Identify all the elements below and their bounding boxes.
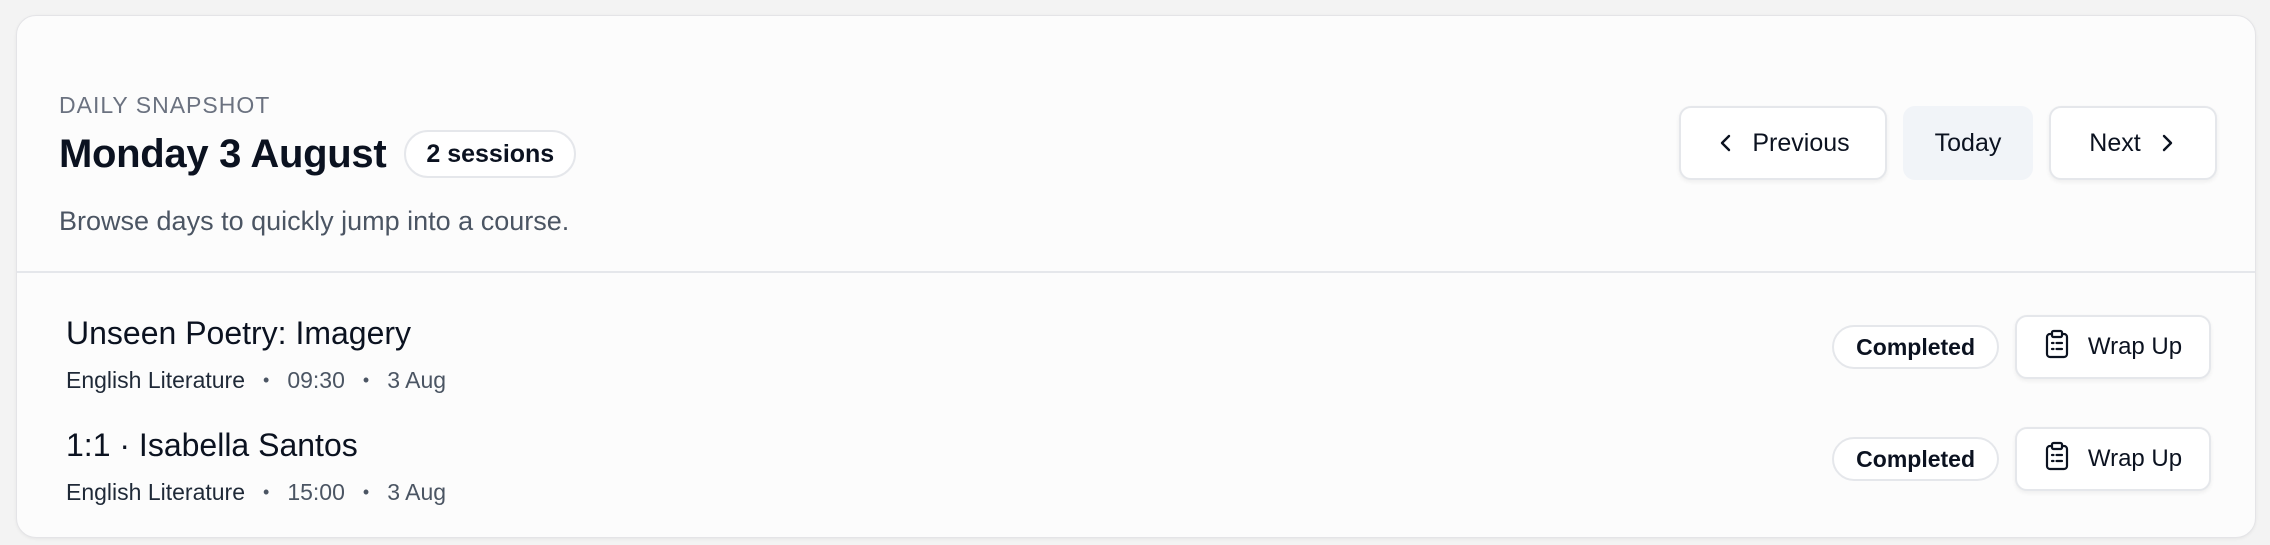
wrap-up-button[interactable]: Wrap Up — [2015, 315, 2211, 379]
session-meta: English Literature • 15:00 • 3 Aug — [66, 479, 446, 506]
meta-separator: • — [362, 482, 370, 502]
meta-separator: • — [362, 370, 370, 390]
next-button[interactable]: Next — [2049, 106, 2217, 180]
day-navigation: Previous Today Next — [1679, 106, 2217, 180]
status-badge: Completed — [1832, 437, 1999, 481]
daily-snapshot-card: DAILY SNAPSHOT Monday 3 August 2 session… — [16, 15, 2256, 538]
previous-button[interactable]: Previous — [1679, 106, 1887, 180]
session-date: 3 Aug — [387, 479, 447, 505]
status-badge: Completed — [1832, 325, 1999, 369]
eyebrow-label: DAILY SNAPSHOT — [59, 92, 271, 118]
next-label: Next — [2089, 128, 2141, 157]
snapshot-header: DAILY SNAPSHOT Monday 3 August 2 session… — [17, 16, 2255, 273]
session-title: 1:1 · Isabella Santos — [66, 427, 358, 463]
today-label: Today — [1934, 128, 2002, 157]
wrap-up-label: Wrap Up — [2087, 333, 2183, 360]
clipboard-icon — [2044, 441, 2070, 478]
session-row[interactable]: 1:1 · Isabella Santos English Literature… — [17, 427, 2255, 537]
page-title: Monday 3 August — [59, 131, 387, 176]
meta-separator: • — [263, 370, 270, 390]
session-time: 09:30 — [287, 367, 345, 393]
session-subject: English Literature — [66, 479, 245, 505]
session-meta: English Literature • 09:30 • 3 Aug — [66, 367, 446, 394]
session-title: Unseen Poetry: Imagery — [66, 315, 412, 351]
wrap-up-label: Wrap Up — [2087, 445, 2183, 472]
meta-separator: • — [263, 482, 270, 502]
session-date: 3 Aug — [387, 367, 447, 393]
session-subject: English Literature — [66, 367, 245, 393]
page-subtitle: Browse days to quickly jump into a cours… — [59, 206, 570, 236]
title-row: Monday 3 August 2 sessions — [59, 130, 577, 178]
clipboard-icon — [2044, 329, 2070, 366]
wrap-up-button[interactable]: Wrap Up — [2015, 427, 2211, 491]
today-button[interactable]: Today — [1903, 106, 2033, 180]
previous-label: Previous — [1752, 128, 1850, 157]
chevron-left-icon — [1716, 133, 1736, 153]
session-time: 15:00 — [287, 479, 345, 505]
session-count-badge: 2 sessions — [404, 130, 577, 178]
chevron-right-icon — [2157, 133, 2177, 153]
session-row[interactable]: Unseen Poetry: Imagery English Literatur… — [17, 315, 2255, 427]
